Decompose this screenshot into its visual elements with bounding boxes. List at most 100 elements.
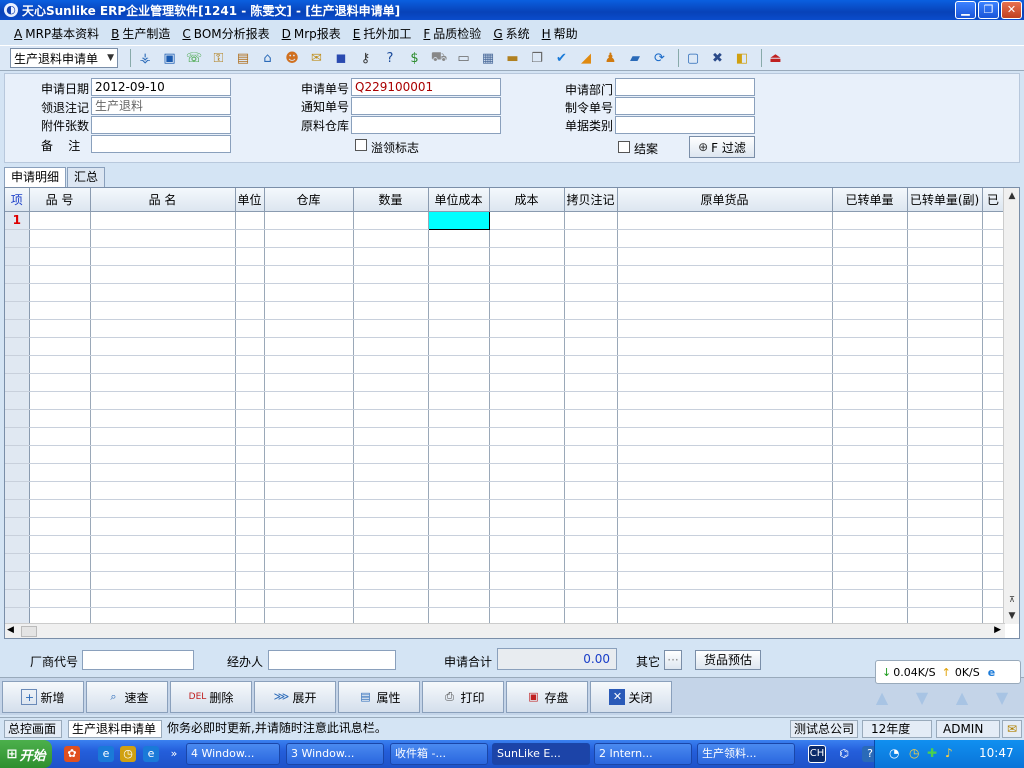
quick-search-button[interactable]: ⌕ 速查 <box>86 681 168 713</box>
table-row[interactable] <box>5 283 1005 302</box>
help-icon[interactable]: ? <box>380 48 400 68</box>
scroll-left-icon[interactable]: ◀ <box>7 625 14 635</box>
grid-cell[interactable] <box>617 427 833 446</box>
grid-cell[interactable] <box>617 553 833 572</box>
grid-cell[interactable] <box>428 265 490 284</box>
doc-type-select[interactable]: 生产退料申请单 ▼ <box>10 48 118 68</box>
grid-cell[interactable] <box>907 391 983 410</box>
grid-cell[interactable] <box>489 229 565 248</box>
status-tab-dashboard[interactable]: 总控画面 <box>4 720 62 738</box>
grid-cell[interactable] <box>617 589 833 608</box>
ie2-quicklaunch-icon[interactable]: e <box>143 746 159 762</box>
menu-mrp-basic[interactable]: A MRP基本资料 <box>14 25 99 42</box>
grid-cell[interactable] <box>564 373 618 392</box>
grid-cell[interactable] <box>428 571 490 590</box>
user-key-icon[interactable]: ⚿ <box>209 48 229 68</box>
grid-cell[interactable] <box>564 481 618 500</box>
grid-cell[interactable] <box>982 571 1005 590</box>
copy-icon[interactable]: ❐ <box>527 48 547 68</box>
grid-cell[interactable] <box>428 319 490 338</box>
app-quicklaunch-icon[interactable]: ✿ <box>64 746 80 762</box>
grid-cell[interactable] <box>235 553 265 572</box>
tab-apply-detail[interactable]: 申请明细 <box>4 167 67 187</box>
grid-cell[interactable] <box>29 283 91 302</box>
grid-cell[interactable] <box>564 499 618 518</box>
grid-cell[interactable] <box>982 373 1005 392</box>
grid-cell[interactable] <box>353 265 429 284</box>
grid-cell[interactable] <box>29 409 91 428</box>
grid-cell[interactable] <box>264 229 354 248</box>
grid-cell[interactable] <box>564 355 618 374</box>
filter-button[interactable]: ⊕ F 过滤 <box>689 136 755 158</box>
grid-cell[interactable] <box>29 589 91 608</box>
grid-cell[interactable] <box>353 355 429 374</box>
hierarchy-icon[interactable]: ♟ <box>601 48 621 68</box>
grid-cell[interactable] <box>617 301 833 320</box>
grid-cell[interactable] <box>90 445 236 464</box>
grid-cell[interactable] <box>264 571 354 590</box>
print-button[interactable]: ⎙ 打印 <box>422 681 504 713</box>
tree-icon[interactable]: ⚶ <box>135 48 155 68</box>
grid-cell[interactable] <box>564 589 618 608</box>
grid-cell[interactable] <box>353 247 429 266</box>
grid-cell[interactable] <box>564 445 618 464</box>
grid-cell[interactable] <box>264 373 354 392</box>
grid-cell[interactable] <box>617 283 833 302</box>
grid-cell[interactable] <box>353 445 429 464</box>
grid-cell[interactable] <box>353 571 429 590</box>
grid-cell[interactable] <box>907 517 983 536</box>
grid-cell[interactable] <box>235 463 265 482</box>
grid-cell[interactable] <box>264 445 354 464</box>
return-note-field[interactable]: 生产退料 <box>91 97 231 115</box>
volume-icon[interactable]: ♪ <box>945 746 953 760</box>
grid-cell[interactable] <box>982 553 1005 572</box>
grid-cell[interactable] <box>617 535 833 554</box>
grid-cell[interactable] <box>832 247 908 266</box>
start-button[interactable]: ⊞ 开始 <box>0 740 52 768</box>
grid-cell[interactable] <box>90 373 236 392</box>
dollar-icon[interactable]: $ <box>405 48 425 68</box>
col-header-copy-note[interactable]: 拷贝注记 <box>564 188 618 212</box>
grid-cell[interactable] <box>982 247 1005 266</box>
grid-cell[interactable] <box>90 229 236 248</box>
table-row[interactable] <box>5 445 1005 464</box>
mail-icon[interactable]: ✉ <box>1002 720 1022 738</box>
grid-cell[interactable] <box>235 517 265 536</box>
grid-cell[interactable] <box>832 337 908 356</box>
grid-cell[interactable] <box>353 409 429 428</box>
grid-cell[interactable] <box>489 301 565 320</box>
grid-cell[interactable] <box>90 535 236 554</box>
table-row[interactable] <box>5 319 1005 338</box>
grid-cell[interactable] <box>907 499 983 518</box>
grid-cell[interactable] <box>90 301 236 320</box>
grid-cell[interactable] <box>235 589 265 608</box>
grid-cell[interactable] <box>264 409 354 428</box>
close-window-button[interactable]: ✕ <box>1001 1 1022 19</box>
table-row[interactable] <box>5 517 1005 536</box>
grid-cell[interactable] <box>982 517 1005 536</box>
grid-cell[interactable] <box>982 301 1005 320</box>
grid-cell[interactable] <box>428 409 490 428</box>
grid-cell[interactable] <box>428 553 490 572</box>
grid-cell[interactable] <box>489 355 565 374</box>
grid-cell[interactable] <box>982 211 1005 230</box>
expand-button[interactable]: ⋙ 展开 <box>254 681 336 713</box>
grid-cell[interactable] <box>235 481 265 500</box>
grid-cell[interactable] <box>982 283 1005 302</box>
grid-cell[interactable] <box>564 427 618 446</box>
bell-icon[interactable]: ◢ <box>576 48 596 68</box>
grid-cell[interactable] <box>235 319 265 338</box>
grid-cell[interactable] <box>29 337 91 356</box>
grid-cell[interactable] <box>235 355 265 374</box>
grid-cell[interactable] <box>907 445 983 464</box>
table-row[interactable] <box>5 535 1005 554</box>
grid-cell[interactable] <box>907 229 983 248</box>
grid-cell[interactable] <box>617 409 833 428</box>
grid-cell[interactable] <box>832 571 908 590</box>
ie-quicklaunch-icon[interactable]: e <box>98 746 114 762</box>
table-row[interactable] <box>5 247 1005 266</box>
previous-record-icon[interactable]: ▼ <box>916 688 928 707</box>
overflow-checkbox[interactable] <box>355 139 367 151</box>
briefcase-icon[interactable]: ▤ <box>233 48 253 68</box>
menu-mrp-report[interactable]: D Mrp报表 <box>282 25 341 42</box>
